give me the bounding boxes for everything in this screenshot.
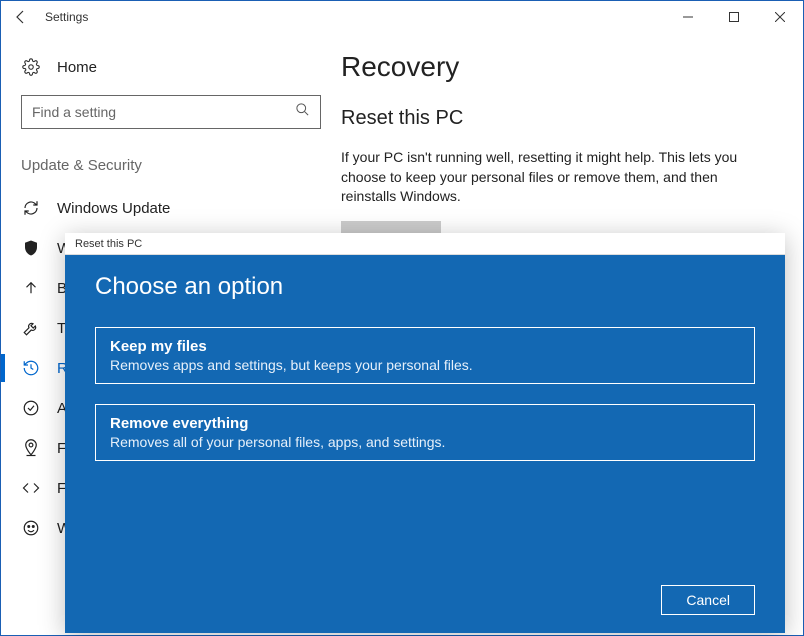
search-box[interactable]	[21, 95, 321, 129]
sidebar-item-windows-update[interactable]: Windows Update	[1, 188, 321, 228]
minimize-button[interactable]	[665, 1, 711, 33]
option-remove-everything[interactable]: Remove everything Removes all of your pe…	[95, 404, 755, 461]
page-heading: Recovery	[341, 51, 779, 83]
window-controls	[665, 1, 803, 33]
titlebar-left: Settings	[9, 5, 88, 29]
back-button[interactable]	[9, 5, 33, 29]
option-title: Remove everything	[110, 415, 740, 432]
reset-pc-dialog: Reset this PC Choose an option Keep my f…	[65, 233, 785, 633]
sidebar-section-title: Update & Security	[21, 157, 321, 174]
sidebar-home-label: Home	[57, 59, 97, 76]
phone-find-icon	[21, 438, 41, 458]
dialog-heading: Choose an option	[95, 273, 755, 301]
close-button[interactable]	[757, 1, 803, 33]
shield-icon	[21, 238, 41, 258]
check-circle-icon	[21, 398, 41, 418]
option-desc: Removes apps and settings, but keeps you…	[110, 357, 740, 373]
section-subheading: Reset this PC	[341, 107, 779, 130]
search-icon	[295, 102, 310, 122]
maximize-button[interactable]	[711, 1, 757, 33]
search-input[interactable]	[32, 104, 295, 120]
gear-icon	[21, 57, 41, 77]
sidebar-item-label: Windows Update	[57, 200, 170, 217]
dialog-titlebar: Reset this PC	[65, 233, 785, 255]
section-description: If your PC isn't running well, resetting…	[341, 148, 761, 207]
history-icon	[21, 358, 41, 378]
cancel-button[interactable]: Cancel	[661, 585, 755, 615]
option-keep-my-files[interactable]: Keep my files Removes apps and settings,…	[95, 327, 755, 384]
dialog-footer: Cancel	[95, 585, 755, 615]
option-title: Keep my files	[110, 338, 740, 355]
option-desc: Removes all of your personal files, apps…	[110, 434, 740, 450]
upload-icon	[21, 278, 41, 298]
titlebar: Settings	[1, 1, 803, 33]
dialog-body: Choose an option Keep my files Removes a…	[65, 255, 785, 633]
code-icon	[21, 478, 41, 498]
window-title: Settings	[45, 10, 88, 24]
refresh-icon	[21, 198, 41, 218]
sidebar-home[interactable]: Home	[21, 51, 321, 95]
dialog-window-title: Reset this PC	[75, 238, 142, 250]
wrench-icon	[21, 318, 41, 338]
insider-icon	[21, 518, 41, 538]
